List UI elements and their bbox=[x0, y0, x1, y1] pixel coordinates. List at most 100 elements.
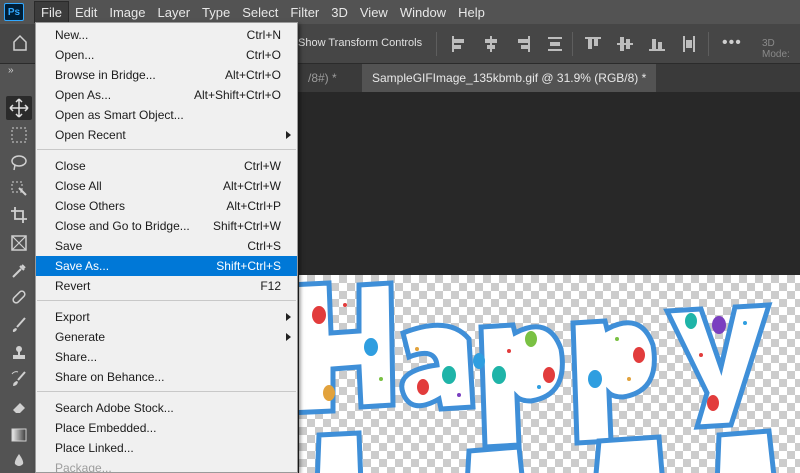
menu-item-label: Search Adobe Stock... bbox=[55, 401, 174, 415]
menu-separator bbox=[37, 391, 296, 392]
blur-icon bbox=[14, 454, 24, 466]
menu-item-label: Save bbox=[55, 239, 83, 253]
menu-item-save-as[interactable]: Save As... Shift+Ctrl+S bbox=[36, 256, 297, 276]
menu-item-label: Open... bbox=[55, 48, 95, 62]
move-tool[interactable] bbox=[6, 96, 32, 120]
stamp-icon bbox=[13, 346, 25, 359]
gradient-icon bbox=[11, 428, 27, 442]
marquee-tool[interactable] bbox=[10, 126, 28, 144]
menu-item-shortcut: Ctrl+N bbox=[246, 28, 281, 42]
frame-icon bbox=[11, 235, 27, 251]
menu-layer[interactable]: Layer bbox=[152, 1, 197, 23]
3d-mode-label: 3D Mode: bbox=[762, 38, 790, 60]
menu-item-label: Share on Behance... bbox=[55, 370, 165, 384]
brush-tool[interactable] bbox=[10, 316, 28, 334]
align-right-edges-icon[interactable] bbox=[514, 32, 532, 56]
menu-item-shortcut: F12 bbox=[260, 279, 281, 293]
distribute-vertical-icon[interactable] bbox=[680, 32, 698, 56]
collapse-panel-icon[interactable]: » bbox=[8, 65, 14, 76]
tab-label: SampleGIFImage_135kbmb.gif @ 31.9% (RGB/… bbox=[372, 71, 647, 85]
object-selection-icon bbox=[11, 181, 27, 196]
menu-item-open[interactable]: Open... Ctrl+O bbox=[36, 45, 297, 65]
lasso-tool[interactable] bbox=[10, 154, 28, 172]
home-icon[interactable] bbox=[12, 34, 28, 52]
align-horizontal-centers-icon[interactable] bbox=[482, 32, 500, 56]
menu-bar: Ps File Edit Image Layer Type Select Filter 3D V… bbox=[0, 0, 800, 24]
menu-file[interactable]: File bbox=[34, 1, 69, 23]
menu-item-shortcut: Alt+Ctrl+O bbox=[224, 68, 281, 82]
divider bbox=[436, 32, 437, 56]
show-transform-controls-label[interactable]: Show Transform Controls bbox=[298, 37, 422, 49]
menu-item-label: Place Embedded... bbox=[55, 421, 157, 435]
menu-item-close[interactable]: Close Ctrl+W bbox=[36, 156, 297, 176]
submenu-arrow-icon bbox=[286, 313, 291, 321]
tools-panel: » bbox=[0, 64, 36, 473]
menu-filter[interactable]: Filter bbox=[284, 1, 325, 23]
menu-3d[interactable]: 3D bbox=[325, 1, 354, 23]
menu-item-generate[interactable]: Generate bbox=[36, 327, 297, 347]
tab-previous-document[interactable]: /8#) * bbox=[298, 64, 347, 92]
crop-icon bbox=[11, 207, 27, 223]
eraser-tool[interactable] bbox=[10, 398, 28, 416]
bandage-icon bbox=[12, 290, 26, 304]
menu-item-export[interactable]: Export bbox=[36, 307, 297, 327]
menu-item-label: Generate bbox=[55, 330, 106, 344]
menu-item-revert[interactable]: Revert F12 bbox=[36, 276, 297, 296]
menu-item-label: Close and Go to Bridge... bbox=[55, 219, 190, 233]
menu-item-search-adobe-stock[interactable]: Search Adobe Stock... bbox=[36, 398, 297, 418]
menu-item-place-linked[interactable]: Place Linked... bbox=[36, 438, 297, 458]
menu-item-label: Close All bbox=[55, 179, 102, 193]
menu-item-label: Revert bbox=[55, 279, 91, 293]
align-top-edges-icon[interactable] bbox=[584, 32, 602, 56]
align-vertical-centers-icon[interactable] bbox=[616, 32, 634, 56]
submenu-arrow-icon bbox=[286, 333, 291, 341]
blur-tool[interactable] bbox=[10, 452, 28, 470]
menu-item-open-as[interactable]: Open As... Alt+Shift+Ctrl+O bbox=[36, 85, 297, 105]
menu-help[interactable]: Help bbox=[452, 1, 491, 23]
history-brush-tool[interactable] bbox=[10, 370, 28, 388]
gradient-tool[interactable] bbox=[10, 426, 28, 444]
menu-edit[interactable]: Edit bbox=[69, 1, 103, 23]
menu-item-open-as-smart-object[interactable]: Open as Smart Object... bbox=[36, 105, 297, 125]
eyedropper-tool[interactable] bbox=[10, 262, 28, 280]
menu-item-browse-in-bridge[interactable]: Browse in Bridge... Alt+Ctrl+O bbox=[36, 65, 297, 85]
align-vertical-group bbox=[584, 32, 698, 56]
crop-tool[interactable] bbox=[10, 206, 28, 224]
tab-active-document[interactable]: SampleGIFImage_135kbmb.gif @ 31.9% (RGB/… bbox=[362, 64, 657, 92]
menu-item-share-on-behance[interactable]: Share on Behance... bbox=[36, 367, 297, 387]
menu-item-shortcut: Ctrl+W bbox=[244, 159, 281, 173]
object-selection-tool[interactable] bbox=[10, 180, 28, 198]
more-options-icon[interactable]: ••• bbox=[722, 34, 742, 52]
menu-item-new[interactable]: New... Ctrl+N bbox=[36, 25, 297, 45]
menu-item-close-all[interactable]: Close All Alt+Ctrl+W bbox=[36, 176, 297, 196]
menu-separator bbox=[37, 149, 296, 150]
menu-item-label: Export bbox=[55, 310, 90, 324]
document-canvas[interactable] bbox=[299, 275, 800, 473]
menu-item-package[interactable]: Package... bbox=[36, 458, 297, 473]
menu-item-open-recent[interactable]: Open Recent bbox=[36, 125, 297, 145]
menu-window[interactable]: Window bbox=[394, 1, 452, 23]
menu-view[interactable]: View bbox=[354, 1, 394, 23]
menu-item-close-others[interactable]: Close Others Alt+Ctrl+P bbox=[36, 196, 297, 216]
menu-image[interactable]: Image bbox=[103, 1, 151, 23]
eyedropper-icon bbox=[12, 264, 26, 278]
menu-item-shortcut: Alt+Shift+Ctrl+O bbox=[193, 88, 281, 102]
menu-type[interactable]: Type bbox=[196, 1, 236, 23]
healing-brush-tool[interactable] bbox=[10, 288, 28, 306]
clone-stamp-tool[interactable] bbox=[10, 344, 28, 362]
menu-item-label: Close bbox=[55, 159, 86, 173]
menu-item-shortcut: Alt+Ctrl+P bbox=[226, 199, 281, 213]
menu-item-save[interactable]: Save Ctrl+S bbox=[36, 236, 297, 256]
menu-item-place-embedded[interactable]: Place Embedded... bbox=[36, 418, 297, 438]
menu-item-close-and-go-to-bridge[interactable]: Close and Go to Bridge... Shift+Ctrl+W bbox=[36, 216, 297, 236]
align-group bbox=[450, 32, 564, 56]
lasso-icon bbox=[11, 155, 27, 171]
align-left-edges-icon[interactable] bbox=[450, 32, 468, 56]
divider bbox=[572, 32, 573, 56]
align-bottom-edges-icon[interactable] bbox=[648, 32, 666, 56]
menu-item-label: Browse in Bridge... bbox=[55, 68, 156, 82]
menu-select[interactable]: Select bbox=[236, 1, 284, 23]
frame-tool[interactable] bbox=[10, 234, 28, 252]
menu-item-share[interactable]: Share... bbox=[36, 347, 297, 367]
align-distribute-icon[interactable] bbox=[546, 32, 564, 56]
